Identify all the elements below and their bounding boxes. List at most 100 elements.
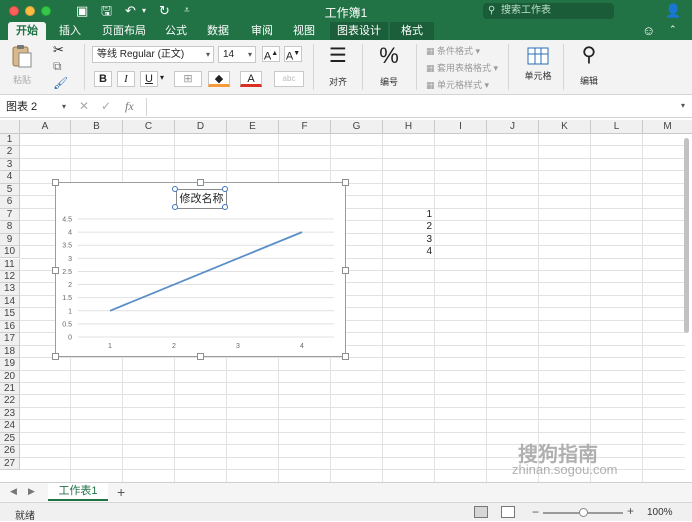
row-header-5[interactable]: 5 [0, 183, 20, 197]
font-size-dropdown[interactable]: 14 ▾ [218, 46, 256, 63]
enter-icon[interactable]: ✓ [101, 99, 111, 113]
select-all-corner[interactable] [0, 120, 20, 134]
next-sheet-icon[interactable]: ▶ [28, 486, 35, 497]
row-header-1[interactable]: 1 [0, 134, 20, 147]
row-header-19[interactable]: 19 [0, 358, 20, 371]
sheet-tab-active[interactable]: 工作表1 [48, 483, 108, 501]
add-sheet-button[interactable]: + [117, 484, 125, 500]
font-name-dropdown[interactable]: 等线 Regular (正文) ▾ [92, 46, 214, 63]
search-input[interactable]: ⚲ 搜索工作表 [483, 3, 614, 19]
font-color-button[interactable]: A [240, 71, 262, 87]
formula-input[interactable] [146, 98, 676, 116]
row-header-26[interactable]: 26 [0, 445, 20, 458]
tab-format[interactable]: 格式 [390, 22, 434, 40]
collapse-ribbon-icon[interactable]: ⌃ [669, 24, 677, 35]
row-header-22[interactable]: 22 [0, 395, 20, 408]
row-header-10[interactable]: 10 [0, 246, 20, 259]
decrease-font-size-button[interactable]: A▼ [284, 46, 302, 63]
worksheet-grid[interactable]: ABCDEFGHIJKLM 1 2 3 4 5 6 7 8 9 10 11 12 13 14 15 16 17 1… [0, 120, 692, 482]
cells-button[interactable]: 单元格 [520, 46, 556, 82]
row-header-23[interactable]: 23 [0, 407, 20, 421]
feedback-smiley-icon[interactable]: ☺ [642, 23, 655, 38]
row-header-15[interactable]: 15 [0, 308, 20, 321]
row-header-3[interactable]: 3 [0, 158, 20, 172]
underline-button[interactable]: U [140, 71, 158, 87]
tab-review[interactable]: 审阅 [244, 22, 280, 40]
copy-icon[interactable]: ⧉ [53, 59, 62, 74]
row-header-12[interactable]: 12 [0, 270, 20, 284]
conditional-format-button[interactable]: ▦ 条件格式 ▾ [426, 44, 480, 57]
format-painter-icon[interactable]: 🖌 [53, 76, 68, 90]
cell-H10[interactable]: 4 [383, 246, 432, 258]
title-resize-handle[interactable] [222, 186, 228, 192]
row-header-11[interactable]: 11 [0, 258, 20, 271]
tab-formulas[interactable]: 公式 [158, 22, 194, 40]
row-header-6[interactable]: 6 [0, 196, 20, 209]
share-user-icon[interactable]: 👤 [665, 3, 681, 19]
tab-view[interactable]: 视图 [286, 22, 322, 40]
row-header-14[interactable]: 14 [0, 295, 20, 309]
cell-styles-button[interactable]: ▦ 单元格样式 ▾ [426, 78, 489, 91]
normal-view-icon[interactable] [474, 506, 488, 518]
edit-button[interactable]: ⚲ 编辑 [573, 44, 605, 92]
insert-function-icon[interactable]: fx [125, 99, 134, 114]
expand-formula-icon[interactable]: ▾ [681, 101, 685, 110]
tab-page-layout[interactable]: 页面布局 [96, 22, 152, 40]
row-header-25[interactable]: 25 [0, 432, 20, 446]
chart[interactable]: 0 0.5 1 1.5 2 2.5 3 3.5 4 4.5 1 2 3 4 修改名称 [52, 179, 349, 360]
chart-resize-handle[interactable] [342, 353, 349, 360]
chart-title[interactable]: 修改名称 [176, 189, 227, 209]
increase-font-size-button[interactable]: A▲ [262, 46, 280, 63]
zoom-in-icon[interactable]: + [627, 504, 634, 518]
title-resize-handle[interactable] [222, 204, 228, 210]
row-header-7[interactable]: 7 [0, 208, 20, 222]
column-header-K[interactable]: K [539, 120, 591, 134]
tab-chart-design[interactable]: 图表设计 [330, 22, 388, 40]
phonetic-button[interactable]: abc [274, 71, 304, 87]
chart-resize-handle[interactable] [197, 179, 204, 186]
name-box[interactable]: 图表 2 ▾ [3, 99, 69, 115]
column-header-C[interactable]: C [123, 120, 175, 134]
title-resize-handle[interactable] [172, 186, 178, 192]
column-header-E[interactable]: E [227, 120, 279, 134]
column-header-D[interactable]: D [175, 120, 227, 134]
row-header-24[interactable]: 24 [0, 420, 20, 433]
cell-H8[interactable]: 2 [383, 221, 432, 233]
row-header-21[interactable]: 21 [0, 383, 20, 396]
align-button[interactable]: ☰ 对齐 [323, 46, 353, 92]
column-header-M[interactable]: M [643, 120, 692, 134]
chart-resize-handle[interactable] [52, 267, 59, 274]
table-format-button[interactable]: ▦ 套用表格格式 ▾ [426, 61, 498, 74]
bold-button[interactable]: B [94, 71, 112, 87]
italic-button[interactable]: I [117, 71, 135, 87]
tab-insert[interactable]: 插入 [52, 22, 88, 40]
chart-resize-handle[interactable] [52, 179, 59, 186]
row-header-16[interactable]: 16 [0, 320, 20, 334]
chart-resize-handle[interactable] [342, 179, 349, 186]
row-header-17[interactable]: 17 [0, 333, 20, 346]
cut-icon[interactable]: ✂ [53, 42, 64, 58]
row-header-9[interactable]: 9 [0, 233, 20, 247]
page-layout-view-icon[interactable] [501, 506, 515, 518]
row-header-4[interactable]: 4 [0, 171, 20, 184]
column-header-G[interactable]: G [331, 120, 383, 134]
column-header-J[interactable]: J [487, 120, 539, 134]
fill-color-button[interactable]: ◆ [208, 71, 230, 87]
chart-resize-handle[interactable] [342, 267, 349, 274]
column-header-L[interactable]: L [591, 120, 643, 134]
row-header-18[interactable]: 18 [0, 345, 20, 359]
column-header-B[interactable]: B [71, 120, 123, 134]
row-header-13[interactable]: 13 [0, 283, 20, 296]
vertical-scrollbar[interactable] [684, 138, 689, 333]
chevron-down-icon[interactable]: ▾ [160, 73, 164, 82]
number-format-button[interactable]: % 编号 [373, 45, 405, 92]
chart-resize-handle[interactable] [197, 353, 204, 360]
zoom-slider-thumb[interactable] [579, 508, 588, 517]
chart-resize-handle[interactable] [52, 353, 59, 360]
cell-H9[interactable]: 3 [383, 234, 432, 246]
column-header-A[interactable]: A [20, 120, 71, 134]
zoom-out-icon[interactable]: − [532, 505, 539, 519]
cancel-icon[interactable]: ✕ [79, 99, 89, 113]
title-resize-handle[interactable] [172, 204, 178, 210]
previous-sheet-icon[interactable]: ◀ [10, 486, 17, 497]
